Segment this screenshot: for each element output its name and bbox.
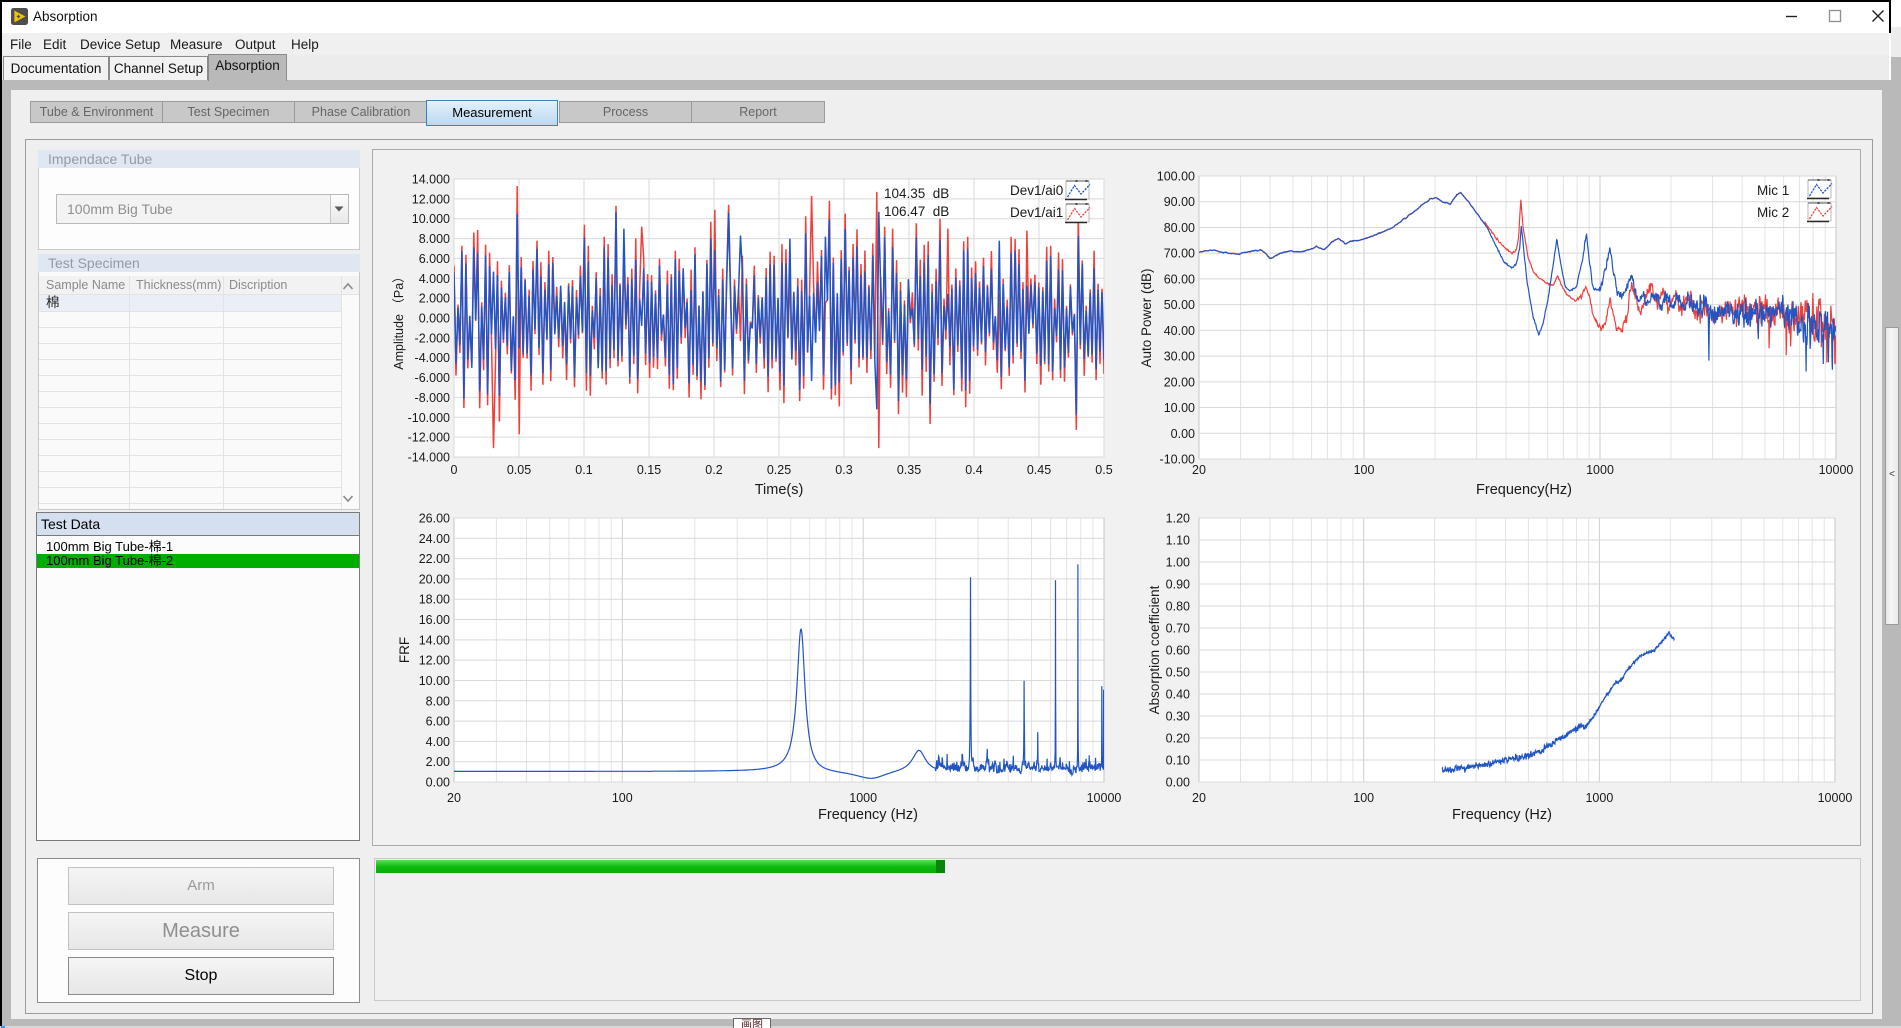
svg-text:-10.000: -10.000 xyxy=(408,411,450,425)
svg-text:100.00: 100.00 xyxy=(1157,170,1195,184)
svg-text:Frequency(Hz): Frequency(Hz) xyxy=(1476,482,1572,498)
svg-text:100: 100 xyxy=(1353,791,1374,805)
svg-text:-6.000: -6.000 xyxy=(415,371,450,385)
svg-text:0.00: 0.00 xyxy=(1171,427,1195,441)
svg-text:104.35 dB: 104.35 dB xyxy=(884,186,949,201)
svg-text:0.15: 0.15 xyxy=(637,463,661,477)
svg-text:0.60: 0.60 xyxy=(1166,644,1190,658)
svg-text:30.00: 30.00 xyxy=(1164,350,1195,364)
svg-text:-2.000: -2.000 xyxy=(415,331,450,345)
svg-text:0.45: 0.45 xyxy=(1027,463,1051,477)
svg-text:12.000: 12.000 xyxy=(412,192,450,206)
svg-text:0.00: 0.00 xyxy=(426,776,450,790)
svg-text:1.10: 1.10 xyxy=(1166,534,1190,548)
svg-text:80.00: 80.00 xyxy=(1164,221,1195,235)
svg-text:8.000: 8.000 xyxy=(419,232,450,246)
svg-text:12.00: 12.00 xyxy=(419,654,450,668)
svg-text:10000: 10000 xyxy=(1818,791,1853,805)
svg-text:90.00: 90.00 xyxy=(1164,195,1195,209)
svg-text:Dev1/ai1: Dev1/ai1 xyxy=(1010,205,1063,220)
svg-text:0.50: 0.50 xyxy=(1166,666,1190,680)
svg-text:0.70: 0.70 xyxy=(1166,622,1190,636)
svg-text:0.90: 0.90 xyxy=(1166,578,1190,592)
svg-text:4.00: 4.00 xyxy=(426,735,450,749)
svg-text:10.000: 10.000 xyxy=(412,212,450,226)
svg-text:0.5: 0.5 xyxy=(1095,463,1112,477)
svg-text:1000: 1000 xyxy=(1585,791,1613,805)
svg-text:0.000: 0.000 xyxy=(419,312,450,326)
svg-text:6.00: 6.00 xyxy=(426,715,450,729)
svg-text:Auto Power (dB): Auto Power (dB) xyxy=(1139,268,1154,367)
svg-text:10.00: 10.00 xyxy=(419,674,450,688)
svg-text:0.2: 0.2 xyxy=(705,463,722,477)
svg-text:Frequency (Hz): Frequency (Hz) xyxy=(1452,807,1552,823)
svg-text:20.00: 20.00 xyxy=(419,572,450,586)
svg-text:20.00: 20.00 xyxy=(1164,375,1195,389)
svg-text:20: 20 xyxy=(447,791,461,805)
svg-text:Mic 1: Mic 1 xyxy=(1757,183,1789,198)
svg-text:-12.000: -12.000 xyxy=(408,431,450,445)
svg-text:14.00: 14.00 xyxy=(419,633,450,647)
svg-text:0: 0 xyxy=(451,463,458,477)
svg-text:1.20: 1.20 xyxy=(1166,512,1190,526)
svg-text:0.00: 0.00 xyxy=(1166,776,1190,790)
svg-text:0.10: 0.10 xyxy=(1166,754,1190,768)
svg-text:-14.000: -14.000 xyxy=(408,451,450,465)
svg-text:22.00: 22.00 xyxy=(419,552,450,566)
svg-text:50.00: 50.00 xyxy=(1164,298,1195,312)
svg-text:10000: 10000 xyxy=(1819,463,1854,477)
svg-text:16.00: 16.00 xyxy=(419,613,450,627)
svg-text:6.000: 6.000 xyxy=(419,252,450,266)
svg-text:26.00: 26.00 xyxy=(419,512,450,526)
svg-text:100: 100 xyxy=(612,791,633,805)
svg-text:2.000: 2.000 xyxy=(419,292,450,306)
svg-text:10000: 10000 xyxy=(1087,791,1122,805)
svg-text:1000: 1000 xyxy=(1586,463,1614,477)
svg-text:Mic 2: Mic 2 xyxy=(1757,205,1789,220)
svg-text:1000: 1000 xyxy=(849,791,877,805)
svg-text:2.00: 2.00 xyxy=(426,755,450,769)
svg-text:106.47 dB: 106.47 dB xyxy=(884,204,949,219)
svg-text:FRF: FRF xyxy=(397,637,412,663)
svg-text:24.00: 24.00 xyxy=(419,532,450,546)
svg-text:0.3: 0.3 xyxy=(835,463,852,477)
svg-text:-4.000: -4.000 xyxy=(415,351,450,365)
svg-text:-8.000: -8.000 xyxy=(415,391,450,405)
svg-text:Absorption coefficient: Absorption coefficient xyxy=(1147,585,1162,714)
svg-text:60.00: 60.00 xyxy=(1164,272,1195,286)
svg-text:70.00: 70.00 xyxy=(1164,247,1195,261)
svg-text:0.30: 0.30 xyxy=(1166,710,1190,724)
svg-text:40.00: 40.00 xyxy=(1164,324,1195,338)
svg-text:Time(s): Time(s) xyxy=(755,482,804,498)
svg-text:-10.00: -10.00 xyxy=(1160,453,1195,467)
svg-text:8.00: 8.00 xyxy=(426,694,450,708)
svg-text:0.05: 0.05 xyxy=(507,463,531,477)
svg-text:Amplitude （Pa）: Amplitude （Pa） xyxy=(392,270,406,369)
svg-text:Frequency (Hz): Frequency (Hz) xyxy=(818,807,918,823)
svg-text:0.25: 0.25 xyxy=(767,463,791,477)
svg-text:100: 100 xyxy=(1354,463,1375,477)
svg-text:18.00: 18.00 xyxy=(419,593,450,607)
svg-text:0.20: 0.20 xyxy=(1166,732,1190,746)
svg-text:Dev1/ai0: Dev1/ai0 xyxy=(1010,183,1063,198)
svg-text:4.000: 4.000 xyxy=(419,272,450,286)
svg-text:0.40: 0.40 xyxy=(1166,688,1190,702)
svg-text:10.00: 10.00 xyxy=(1164,401,1195,415)
svg-text:0.4: 0.4 xyxy=(965,463,982,477)
svg-text:0.35: 0.35 xyxy=(897,463,921,477)
svg-text:14.000: 14.000 xyxy=(412,173,450,187)
svg-text:0.1: 0.1 xyxy=(575,463,592,477)
svg-text:20: 20 xyxy=(1192,463,1206,477)
svg-text:20: 20 xyxy=(1192,791,1206,805)
svg-text:0.80: 0.80 xyxy=(1166,600,1190,614)
svg-text:1.00: 1.00 xyxy=(1166,556,1190,570)
